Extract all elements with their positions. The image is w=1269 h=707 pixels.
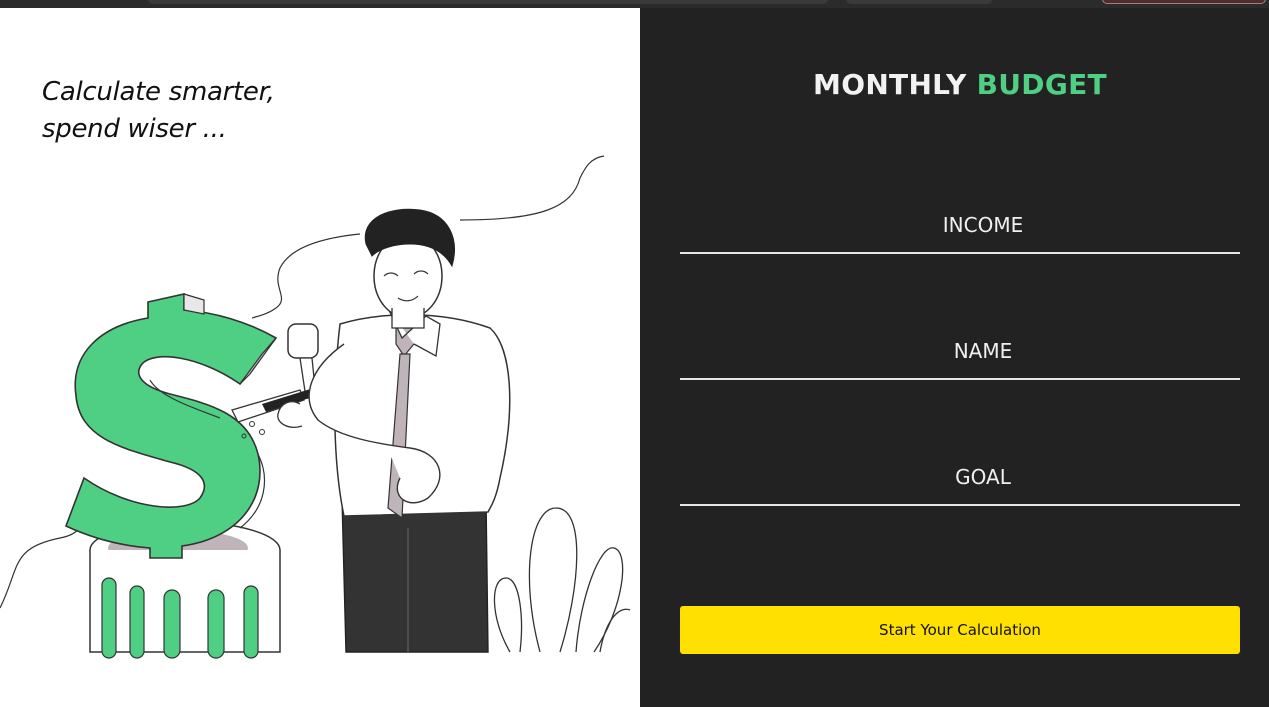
income-field: [680, 198, 1240, 254]
title-main: MONTHLY: [813, 68, 967, 101]
hero-panel: Calculate smarter, spend wiser ...: [0, 8, 640, 707]
browser-top-strip: [0, 0, 1269, 8]
address-bar: [148, 0, 828, 4]
man-sculpting-dollar-illustration: [0, 155, 631, 659]
start-calculation-button[interactable]: Start Your Calculation: [680, 606, 1240, 654]
hero-tagline: Calculate smarter, spend wiser ...: [42, 74, 275, 148]
browser-control: [1102, 0, 1266, 4]
form-title: MONTHLY BUDGET: [640, 68, 1269, 101]
title-accent: BUDGET: [976, 68, 1107, 101]
browser-control: [846, 0, 992, 4]
tagline-line-2: spend wiser ...: [42, 114, 227, 144]
goal-input[interactable]: [680, 450, 1240, 504]
name-input[interactable]: [680, 324, 1240, 378]
tagline-line-1: Calculate smarter,: [42, 77, 275, 107]
goal-field: [680, 450, 1240, 506]
name-field: [680, 324, 1240, 380]
budget-form-panel: MONTHLY BUDGET Start Your Calculation: [640, 8, 1269, 707]
income-input[interactable]: [680, 198, 1240, 252]
